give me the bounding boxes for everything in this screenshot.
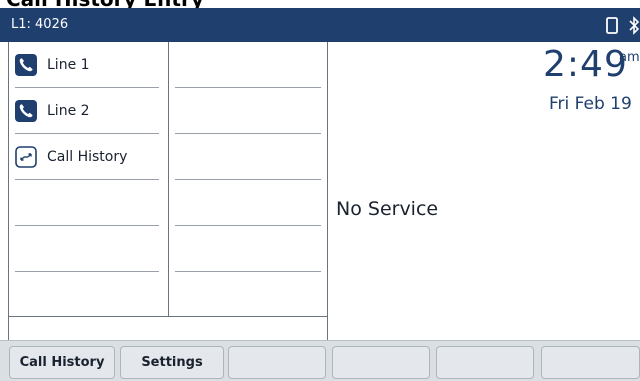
line-key-label: Line 1 xyxy=(47,56,90,73)
page-caption: Call History Entry xyxy=(0,0,640,8)
status-bar: L1: 4026 xyxy=(0,8,640,42)
line-id: L1: 4026 xyxy=(11,17,69,32)
softkey-empty[interactable] xyxy=(332,346,430,379)
call-history-icon xyxy=(15,145,37,168)
softkey-call-history[interactable]: Call History xyxy=(9,346,115,379)
line-key-empty[interactable] xyxy=(175,180,321,226)
clock-ampm: am xyxy=(619,50,640,65)
line-key-call-history[interactable]: Call History xyxy=(15,134,159,180)
line-key-empty[interactable] xyxy=(175,42,321,88)
bluetooth-icon xyxy=(629,16,640,35)
phone-handset-icon xyxy=(606,17,618,34)
phone-handset-icon xyxy=(15,53,37,76)
line-key-line-2[interactable]: Line 2 xyxy=(15,88,159,134)
clock-time: 2:49 xyxy=(543,44,628,85)
line-key-empty[interactable] xyxy=(175,226,321,272)
softkey-empty[interactable] xyxy=(436,346,534,379)
column-divider xyxy=(168,42,169,316)
line-key-empty[interactable] xyxy=(15,180,159,226)
softkey-bar: Call History Settings xyxy=(0,340,640,381)
line-key-label: Call History xyxy=(47,148,128,165)
line-keys-panel: Line 1 Line 2 Call History xyxy=(8,42,328,340)
status-message: No Service xyxy=(336,198,439,220)
line-key-empty[interactable] xyxy=(175,134,321,180)
line-key-label: Line 2 xyxy=(47,102,90,119)
line-key-line-1[interactable]: Line 1 xyxy=(15,42,159,88)
softkey-empty[interactable] xyxy=(228,346,326,379)
caption-text: Call History Entry xyxy=(6,0,204,8)
phone-handset-icon xyxy=(15,99,37,122)
softkey-empty[interactable] xyxy=(541,346,640,379)
clock-date: Fri Feb 19 xyxy=(549,94,632,114)
line-key-empty[interactable] xyxy=(15,226,159,272)
panel-divider xyxy=(9,316,328,317)
softkey-settings[interactable]: Settings xyxy=(120,346,224,379)
line-key-empty[interactable] xyxy=(175,88,321,134)
